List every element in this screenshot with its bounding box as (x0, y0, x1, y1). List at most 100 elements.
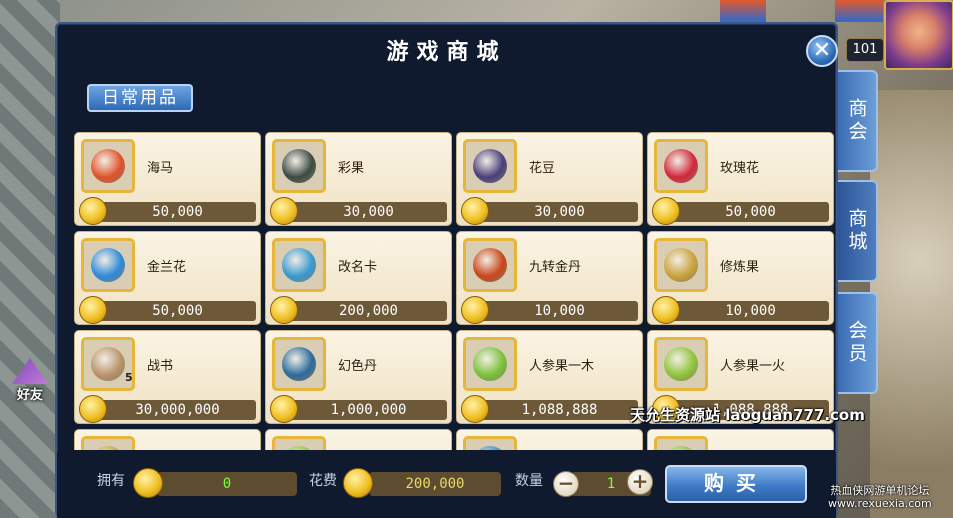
gold-coin-icon (133, 468, 163, 498)
item-price: 10,000 (725, 303, 776, 319)
gold-coin-icon (79, 296, 107, 324)
item-price: 30,000 (343, 204, 394, 220)
item-icon (81, 238, 135, 292)
own-label: 拥有 (97, 473, 125, 489)
player-avatar[interactable] (884, 0, 953, 70)
item-icon (272, 238, 326, 292)
item-icon (463, 139, 517, 193)
item-graphic (91, 149, 125, 183)
shop-item-card[interactable] (456, 429, 643, 450)
scene-background-right (870, 90, 953, 518)
item-graphic (282, 149, 316, 183)
gold-coin-icon (461, 296, 489, 324)
item-icon (654, 337, 708, 391)
item-graphic (91, 248, 125, 282)
item-graphic (91, 347, 125, 381)
shop-item-card[interactable]: 九转金丹 10,000 (456, 231, 643, 325)
shop-item-card[interactable]: 海马 50,000 (74, 132, 261, 226)
category-tab-daily[interactable]: 日常用品 (87, 84, 193, 112)
item-icon (272, 337, 326, 391)
own-amount: 0 (157, 472, 297, 496)
item-name: 战书 (147, 359, 174, 374)
item-name: 修炼果 (720, 260, 760, 275)
item-graphic (473, 347, 507, 381)
item-name: 改名卡 (338, 260, 378, 275)
gold-coin-icon (270, 395, 298, 423)
item-icon (81, 436, 135, 450)
side-tab-vip[interactable]: 会员 (838, 292, 878, 394)
item-icon (272, 436, 326, 450)
item-icon (463, 337, 517, 391)
shop-item-card[interactable]: 改名卡 200,000 (265, 231, 452, 325)
item-icon (654, 436, 708, 450)
shop-dialog: 游戏商城 ✕ 日常用品 海马 50,000 彩果 30,000 花豆 30,000 玫瑰花 5… (55, 22, 838, 518)
item-price: 200,000 (338, 303, 398, 319)
cost-label: 花费 (309, 473, 337, 489)
shop-item-card[interactable] (265, 429, 452, 450)
watermark-footer: 热血侠网游单机论坛 www.rexuexia.com (828, 484, 932, 510)
item-price: 30,000,000 (135, 402, 220, 418)
item-price: 10,000 (534, 303, 585, 319)
shop-item-card[interactable]: 金兰花 50,000 (74, 231, 261, 325)
item-graphic (282, 248, 316, 282)
gold-coin-icon (270, 197, 298, 225)
shop-item-card[interactable] (647, 429, 834, 450)
cost-amount: 200,000 (369, 472, 501, 496)
item-graphic (664, 347, 698, 381)
gold-coin-icon (461, 395, 489, 423)
friends-label: 好友 (16, 388, 43, 403)
side-tab-mall[interactable]: 商城 (838, 180, 878, 282)
scene-background-left (0, 0, 60, 518)
item-name: 幻色丹 (338, 359, 378, 374)
shop-item-card[interactable]: 玫瑰花 50,000 (647, 132, 834, 226)
quantity-label: 数量 (515, 473, 543, 489)
item-price: 1,088,888 (521, 402, 598, 418)
item-price: 30,000 (534, 204, 585, 220)
shop-item-card[interactable] (74, 429, 261, 450)
item-stack-count: 5 (125, 371, 133, 384)
quantity-plus-button[interactable]: + (627, 469, 653, 495)
gold-coin-icon (270, 296, 298, 324)
side-tab-guild-shop[interactable]: 商会 (838, 70, 878, 172)
shop-item-card[interactable]: 战书 5 30,000,000 (74, 330, 261, 424)
hp-mp-bar-player (835, 0, 883, 22)
item-grid: 海马 50,000 彩果 30,000 花豆 30,000 玫瑰花 50,000 金兰花 50,0… (74, 132, 834, 450)
player-level-badge: 101 (846, 38, 884, 62)
item-icon (654, 139, 708, 193)
watermark-line-3: www.rexuexia.com (828, 497, 932, 510)
item-icon (654, 238, 708, 292)
item-name: 海马 (147, 161, 174, 176)
gold-coin-icon (652, 197, 680, 225)
gold-coin-icon (79, 197, 107, 225)
item-icon (272, 139, 326, 193)
item-graphic (282, 446, 316, 450)
quantity-minus-button[interactable]: − (553, 471, 579, 497)
item-name: 人参果一木 (529, 359, 595, 374)
buy-button[interactable]: 购买 (665, 465, 807, 503)
friends-button[interactable]: 好友 (8, 358, 52, 406)
shop-item-card[interactable]: 花豆 30,000 (456, 132, 643, 226)
shop-item-card[interactable]: 人参果一木 1,088,888 (456, 330, 643, 424)
gold-coin-icon (343, 468, 373, 498)
hp-mp-bar (720, 0, 766, 22)
watermark-text: 天允生资源站 laoguan777.com (630, 406, 865, 424)
shop-item-card[interactable]: 幻色丹 1,000,000 (265, 330, 452, 424)
item-name: 九转金丹 (529, 260, 582, 275)
item-price: 50,000 (152, 204, 203, 220)
item-name: 花豆 (529, 161, 556, 176)
item-graphic (473, 149, 507, 183)
gold-coin-icon (79, 395, 107, 423)
item-graphic (664, 149, 698, 183)
shop-item-card[interactable]: 修炼果 10,000 (647, 231, 834, 325)
item-name: 彩果 (338, 161, 365, 176)
item-name: 人参果一火 (720, 359, 786, 374)
item-graphic (91, 446, 125, 450)
item-price: 50,000 (725, 204, 776, 220)
close-button[interactable]: ✕ (806, 35, 838, 67)
shop-item-card[interactable]: 彩果 30,000 (265, 132, 452, 226)
item-name: 玫瑰花 (720, 161, 760, 176)
item-graphic (282, 347, 316, 381)
item-graphic (473, 248, 507, 282)
watermark-line-2: 热血侠网游单机论坛 (830, 484, 930, 497)
item-graphic (664, 248, 698, 282)
